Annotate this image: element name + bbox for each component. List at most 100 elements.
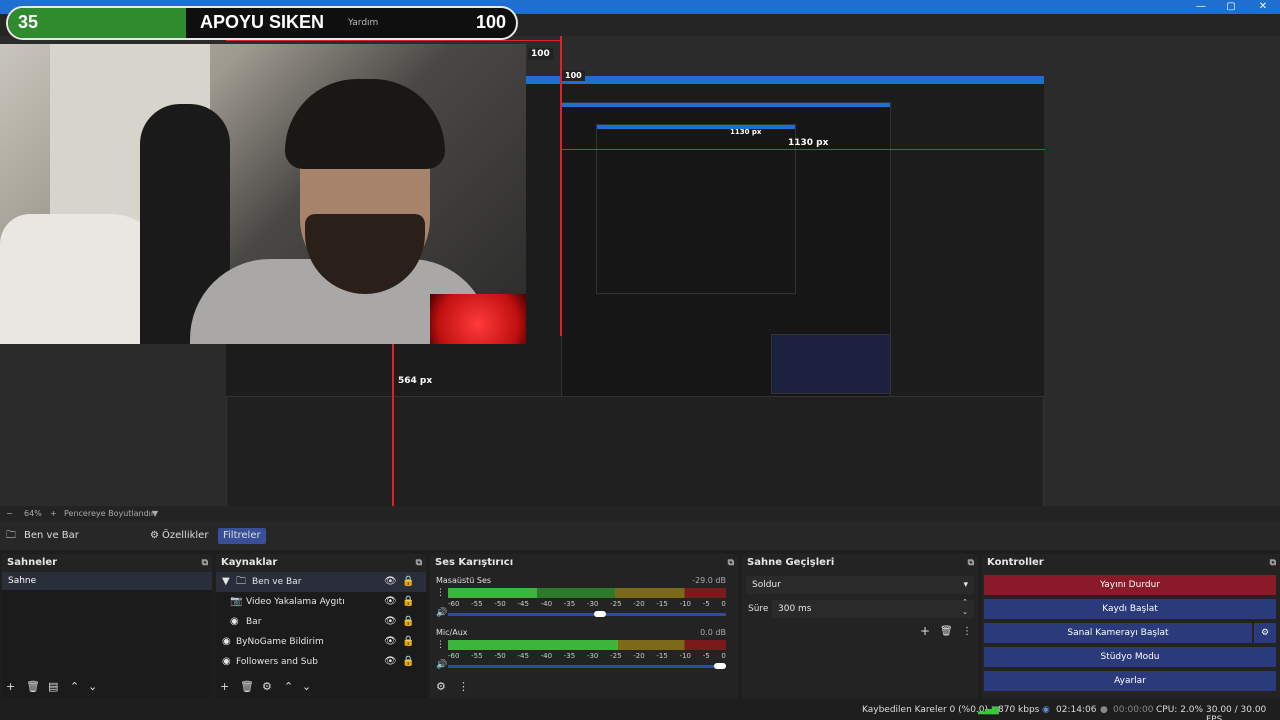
eye-icon[interactable]: 👁 (384, 652, 397, 672)
goal-target: 100 (475, 12, 506, 32)
channel-db: -29.0 dB (692, 576, 726, 585)
source-item[interactable]: ▼ 🗀 Ben ve Bar 👁 🔒 (216, 572, 426, 592)
zoom-in-icon[interactable]: + (50, 509, 57, 518)
source-item[interactable]: ◉ ByNoGame Bildirim 👁 🔒 (216, 632, 426, 652)
filters-button[interactable]: Filtreler (218, 528, 266, 544)
settings-button[interactable]: Ayarlar (984, 671, 1276, 691)
dock-title: Sahne Geçişleri (747, 557, 835, 568)
virtual-camera-settings-button[interactable]: ⚙ (1254, 623, 1276, 643)
move-down-icon[interactable]: ⌄ (88, 680, 97, 693)
menu-icon[interactable]: ⋮ (436, 588, 445, 598)
meter-tick-label: -20 (633, 652, 645, 660)
eye-icon[interactable]: 👁 (384, 632, 397, 652)
channel-db: 0.0 dB (700, 628, 726, 637)
lock-icon[interactable]: 🔒 (402, 572, 414, 592)
undock-icon[interactable]: ⧉ (968, 554, 974, 572)
meter-tick-label: -10 (679, 652, 691, 660)
maximize-button[interactable]: ▢ (1216, 0, 1246, 14)
lock-icon[interactable]: 🔒 (402, 612, 414, 632)
folder-icon: 🗀 (6, 530, 16, 541)
source-item[interactable]: ◉ Followers and Sub 👁 🔒 (216, 652, 426, 672)
camera-icon: 📷 (230, 596, 243, 607)
source-toolbar: 🗀 Ben ve Bar ⚙ Özellikler Filtreler (0, 522, 1280, 550)
move-down-icon[interactable]: ⌄ (302, 680, 311, 693)
meter-tick-label: -20 (633, 600, 645, 608)
add-icon[interactable]: + (6, 680, 15, 693)
undock-icon[interactable]: ⧉ (728, 554, 734, 572)
add-icon[interactable]: + (220, 680, 229, 693)
chevron-down-icon[interactable]: ▼ (152, 509, 158, 518)
px-label: 100 (562, 70, 585, 81)
duration-input[interactable]: 300 ms ⌃ ⌄ (772, 597, 974, 618)
mixer-channel: Mic/Aux 0.0 dB ⋮ -60 -55 -50 -45 -40 -35 -30 -2… (430, 628, 738, 678)
lock-icon[interactable]: 🔒 (402, 632, 414, 652)
source-item[interactable]: 📷 Video Yakalama Aygıtı 👁 🔒 (216, 592, 426, 612)
eye-icon[interactable]: 👁 (384, 592, 397, 612)
cpu-usage: CPU: 2.0% (1156, 705, 1204, 715)
meter-tick-label: -5 (702, 652, 710, 660)
meter-tick-label: -15 (656, 600, 668, 608)
zoom-out-icon[interactable]: − (6, 509, 13, 518)
scene-item[interactable]: Sahne (2, 572, 212, 590)
close-button[interactable]: ✕ (1248, 0, 1278, 14)
browser-icon: ◉ (222, 656, 231, 667)
undock-icon[interactable]: ⧉ (416, 554, 422, 572)
gear-icon[interactable]: ⚙ (436, 680, 446, 693)
gear-icon[interactable]: ⚙ (262, 680, 272, 693)
meter-tick-label: 0 (721, 600, 726, 608)
px-label: 1130 px (788, 138, 829, 148)
stop-stream-button[interactable]: Yayını Durdur (984, 575, 1276, 595)
properties-button[interactable]: Özellikler (162, 528, 208, 544)
channel-name: Mic/Aux (436, 628, 468, 637)
menu-icon[interactable]: ⋮ (458, 680, 469, 693)
stream-icon: ◉ (1042, 705, 1050, 715)
speaker-icon[interactable]: 🔊 (436, 608, 447, 618)
guide-line (560, 36, 562, 336)
volume-slider[interactable] (448, 611, 726, 617)
filter-icon[interactable]: ▤ (48, 680, 58, 693)
gear-icon: ⚙ (1260, 628, 1270, 638)
minimize-button[interactable]: — (1186, 0, 1216, 14)
trash-icon[interactable]: 🗑 (940, 626, 953, 637)
nested-controls-preview (771, 334, 891, 394)
speaker-icon[interactable]: 🔊 (436, 660, 447, 670)
start-virtual-camera-button[interactable]: Sanal Kamerayı Başlat (984, 623, 1252, 643)
stepper-icon[interactable]: ⌃ ⌄ (962, 597, 968, 617)
add-icon[interactable]: + (920, 624, 930, 638)
move-up-icon[interactable]: ⌃ (284, 680, 293, 693)
duration-value: 300 ms (778, 604, 812, 614)
studio-mode-button[interactable]: Stüdyo Modu (984, 647, 1276, 667)
undock-icon[interactable]: ⧉ (1270, 554, 1276, 572)
volume-knob[interactable] (714, 663, 726, 669)
zoom-value: 64% (24, 509, 42, 518)
lock-icon[interactable]: 🔒 (402, 592, 414, 612)
trash-icon[interactable]: 🗑 (26, 680, 40, 693)
folder-icon: 🗀 (236, 576, 246, 587)
eye-icon[interactable]: 👁 (384, 572, 397, 592)
menu-icon[interactable]: ⋮ (436, 640, 445, 650)
undock-icon[interactable]: ⧉ (202, 554, 208, 572)
start-recording-button[interactable]: Kaydı Başlat (984, 599, 1276, 619)
lock-icon[interactable]: 🔒 (402, 652, 414, 672)
transition-select[interactable]: Soldur ▾ (746, 576, 974, 594)
source-item[interactable]: ◉ Bar 👁 🔒 (216, 612, 426, 632)
volume-slider[interactable] (448, 663, 726, 669)
menu-icon[interactable]: ⋮ (962, 626, 972, 637)
meter-tick-label: -45 (517, 652, 529, 660)
volume-knob[interactable] (594, 611, 606, 617)
move-up-icon[interactable]: ⌃ (70, 680, 79, 693)
trash-icon[interactable]: 🗑 (240, 680, 254, 693)
eye-icon[interactable]: 👁 (384, 612, 397, 632)
meter-tick-label: -35 (563, 652, 576, 660)
source-label: Video Yakalama Aygıtı (246, 597, 345, 607)
browser-icon: ◉ (230, 616, 239, 627)
browser-icon: ◉ (222, 636, 231, 647)
expand-arrow-icon[interactable]: ▼ (222, 572, 230, 592)
meter-tick-label: -40 (540, 600, 553, 608)
meter-tick-label: -25 (610, 652, 622, 660)
transition-value: Soldur (752, 580, 781, 590)
controls-dock: Kontroller ⧉ Yayını Durdur Kaydı Başlat S… (982, 554, 1280, 698)
source-label: Bar (246, 617, 262, 627)
fit-window-dropdown[interactable]: Pencereye Boyutlandır (64, 509, 154, 518)
guide-line (392, 336, 394, 506)
